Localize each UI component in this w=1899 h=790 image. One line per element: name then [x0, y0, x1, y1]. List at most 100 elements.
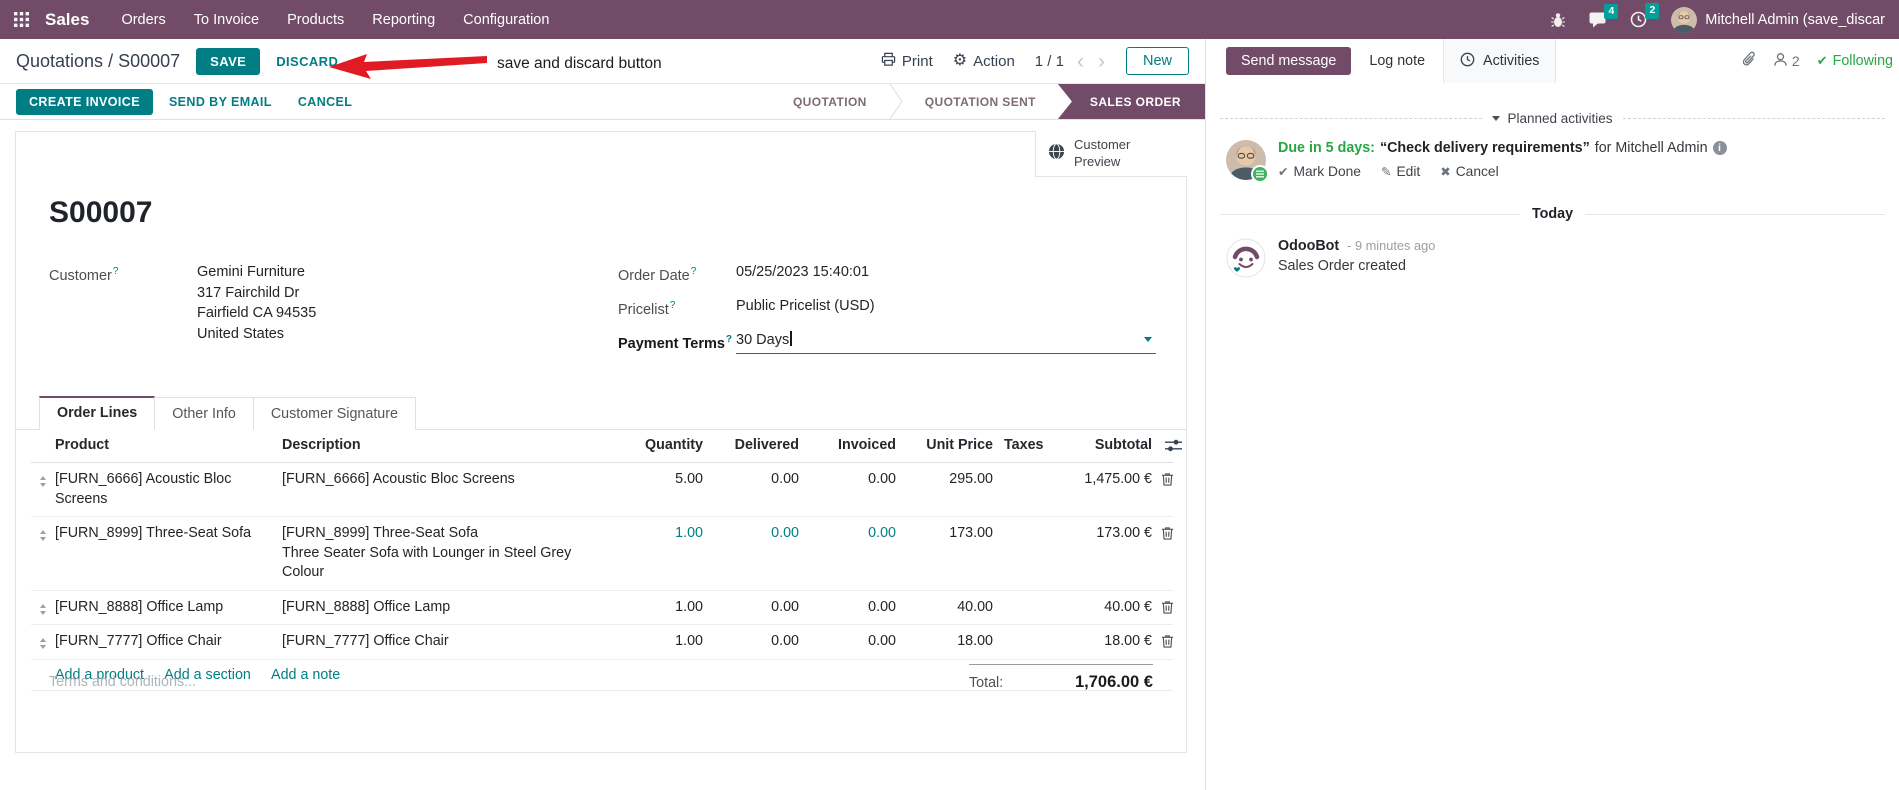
drag-handle-icon[interactable]	[31, 524, 55, 541]
customer-label: Customer?	[49, 266, 119, 284]
log-note-button[interactable]: Log note	[1351, 39, 1443, 83]
cell-product[interactable]: [FURN_8999] Three-Seat Sofa	[55, 524, 282, 544]
delete-row-icon[interactable]	[1152, 524, 1182, 540]
col-invoiced[interactable]: Invoiced	[799, 429, 896, 462]
annotation-text: save and discard button	[497, 55, 662, 72]
delete-row-icon[interactable]	[1152, 598, 1182, 614]
apps-menu-icon[interactable]	[14, 12, 29, 27]
customer-preview-button[interactable]: Customer Preview	[1035, 131, 1187, 177]
create-invoice-button[interactable]: CREATE INVOICE	[16, 88, 153, 115]
pager-prev-icon[interactable]: ‹	[1076, 51, 1085, 72]
menu-to-invoice[interactable]: To Invoice	[194, 12, 259, 28]
messages-icon[interactable]: 4	[1589, 3, 1619, 28]
send-by-email-button[interactable]: SEND BY EMAIL	[159, 89, 282, 115]
user-menu[interactable]: Mitchell Admin (save_discar	[1671, 6, 1885, 33]
chevron-down-icon[interactable]	[1144, 337, 1152, 343]
delete-row-icon[interactable]	[1152, 470, 1182, 486]
table-row[interactable]: [FURN_7777] Office Chair [FURN_7777] Off…	[31, 625, 1173, 660]
order-date-field[interactable]: 05/25/2023 15:40:01	[736, 262, 869, 286]
menu-reporting[interactable]: Reporting	[372, 12, 435, 28]
state-quotation-sent[interactable]: QUOTATION SENT	[903, 84, 1058, 119]
cell-invoiced[interactable]: 0.00	[799, 632, 896, 652]
menu-configuration[interactable]: Configuration	[463, 12, 549, 28]
drag-handle-icon[interactable]	[31, 632, 55, 649]
col-unit-price[interactable]: Unit Price	[896, 429, 993, 462]
cell-description[interactable]: [FURN_6666] Acoustic Bloc Screens	[282, 470, 607, 490]
app-name-sales[interactable]: Sales	[45, 10, 89, 30]
cell-unit-price[interactable]: 295.00	[896, 470, 993, 490]
cancel-activity-button[interactable]: ✖ Cancel	[1440, 164, 1498, 179]
pager-next-icon[interactable]: ›	[1097, 51, 1106, 72]
form-sheet: Customer Preview S00007 Customer? Gemini…	[15, 131, 1187, 753]
customer-link[interactable]: Gemini Furniture	[197, 262, 316, 283]
menu-orders[interactable]: Orders	[121, 12, 165, 28]
menu-products[interactable]: Products	[287, 12, 344, 28]
cell-quantity[interactable]: 1.00	[607, 524, 703, 544]
activity-due: Due in 5 days:	[1278, 140, 1375, 156]
help-icon[interactable]: ?	[691, 266, 697, 277]
cell-delivered[interactable]: 0.00	[703, 632, 799, 652]
mark-done-button[interactable]: ✔ Mark Done	[1278, 164, 1361, 179]
drag-handle-icon[interactable]	[31, 598, 55, 615]
cell-description[interactable]: [FURN_8999] Three-Seat Sofa Three Seater…	[282, 524, 607, 583]
delete-row-icon[interactable]	[1152, 632, 1182, 648]
help-icon[interactable]: ?	[113, 266, 119, 277]
send-message-button[interactable]: Send message	[1226, 47, 1352, 75]
followers-button[interactable]: 2	[1773, 52, 1800, 70]
terms-and-conditions-placeholder[interactable]: Terms and conditions...	[49, 674, 196, 690]
cell-quantity[interactable]: 1.00	[607, 632, 703, 652]
cell-delivered[interactable]: 0.00	[703, 598, 799, 618]
planned-activities-toggle[interactable]: Planned activities	[1492, 111, 1613, 126]
help-icon[interactable]: ?	[726, 334, 732, 345]
state-sales-order[interactable]: SALES ORDER	[1057, 84, 1205, 119]
cancel-button[interactable]: CANCEL	[288, 89, 362, 115]
cell-product[interactable]: [FURN_6666] Acoustic Bloc Screens	[55, 470, 282, 509]
cell-product[interactable]: [FURN_8888] Office Lamp	[55, 598, 282, 618]
following-button[interactable]: ✔ Following	[1817, 53, 1893, 69]
cell-description[interactable]: [FURN_8888] Office Lamp	[282, 598, 607, 618]
optional-columns-icon[interactable]	[1152, 439, 1182, 452]
edit-activity-button[interactable]: ✎ Edit	[1381, 164, 1420, 179]
action-button[interactable]: ⚙ Action	[953, 53, 1015, 70]
col-description[interactable]: Description	[282, 429, 607, 462]
breadcrumb-quotations[interactable]: Quotations	[16, 51, 103, 71]
check-icon: ✔	[1816, 53, 1828, 68]
table-row[interactable]: [FURN_6666] Acoustic Bloc Screens [FURN_…	[31, 463, 1173, 517]
payment-terms-input[interactable]: 30 Days	[736, 330, 1156, 354]
cell-unit-price[interactable]: 18.00	[896, 632, 993, 652]
cell-unit-price[interactable]: 173.00	[896, 524, 993, 544]
col-delivered[interactable]: Delivered	[703, 429, 799, 462]
col-quantity[interactable]: Quantity	[607, 429, 703, 462]
col-product[interactable]: Product	[55, 429, 282, 462]
cell-quantity[interactable]: 1.00	[607, 598, 703, 618]
new-button[interactable]: New	[1125, 47, 1189, 75]
cell-invoiced[interactable]: 0.00	[799, 598, 896, 618]
message-author[interactable]: OdooBot	[1278, 238, 1339, 254]
cell-delivered[interactable]: 0.00	[703, 470, 799, 490]
pricelist-field[interactable]: Public Pricelist (USD)	[736, 296, 875, 320]
print-button[interactable]: Print	[881, 52, 933, 71]
activities-clock-icon[interactable]: 2	[1630, 3, 1660, 28]
help-icon[interactable]: ?	[670, 300, 676, 311]
info-icon[interactable]: i	[1712, 141, 1727, 155]
col-taxes[interactable]: Taxes	[993, 429, 1066, 462]
drag-handle-icon[interactable]	[31, 470, 55, 487]
cell-description[interactable]: [FURN_7777] Office Chair	[282, 632, 607, 652]
cell-invoiced[interactable]: 0.00	[799, 524, 896, 544]
tab-order-lines[interactable]: Order Lines	[39, 396, 156, 430]
activities-tab[interactable]: Activities	[1443, 39, 1557, 83]
table-row[interactable]: [FURN_8888] Office Lamp [FURN_8888] Offi…	[31, 591, 1173, 625]
cell-quantity[interactable]: 5.00	[607, 470, 703, 490]
cell-unit-price[interactable]: 40.00	[896, 598, 993, 618]
tab-other-info[interactable]: Other Info	[154, 397, 254, 430]
debug-bug-icon[interactable]	[1551, 12, 1566, 28]
tab-customer-signature[interactable]: Customer Signature	[252, 397, 416, 430]
cell-delivered[interactable]: 0.00	[703, 524, 799, 544]
cell-product[interactable]: [FURN_7777] Office Chair	[55, 632, 282, 652]
cell-invoiced[interactable]: 0.00	[799, 470, 896, 490]
state-quotation[interactable]: QUOTATION	[771, 84, 889, 119]
table-row[interactable]: [FURN_8999] Three-Seat Sofa [FURN_8999] …	[31, 517, 1173, 591]
save-button[interactable]: SAVE	[196, 47, 261, 75]
attachment-paperclip-icon[interactable]	[1742, 51, 1756, 72]
col-subtotal[interactable]: Subtotal	[1066, 429, 1152, 462]
